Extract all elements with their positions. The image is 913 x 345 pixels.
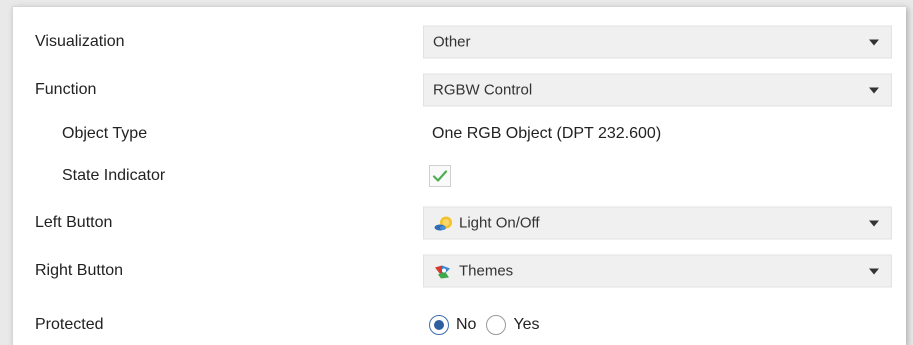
state-indicator-label: State Indicator xyxy=(62,167,166,184)
chevron-down-icon xyxy=(869,39,879,45)
visualization-dropdown[interactable]: Other xyxy=(423,25,892,59)
object-type-label: Object Type xyxy=(62,125,148,142)
protected-option-yes-label: Yes xyxy=(513,316,540,333)
check-icon xyxy=(432,170,448,182)
row-protected: Protected No Yes xyxy=(13,304,906,345)
row-visualization: Visualization Other xyxy=(13,21,906,63)
left-button-value: Light On/Off xyxy=(459,214,540,232)
protected-option-no-label: No xyxy=(456,316,477,333)
state-indicator-checkbox[interactable] xyxy=(429,165,451,187)
protected-option-no[interactable]: No xyxy=(429,315,476,335)
right-button-dropdown[interactable]: Themes xyxy=(423,254,892,288)
function-label: Function xyxy=(35,81,97,98)
light-bulb-icon xyxy=(434,216,452,230)
chevron-down-icon xyxy=(869,220,879,226)
protected-radio-group: No Yes xyxy=(429,315,550,335)
row-state-indicator: State Indicator xyxy=(13,155,906,197)
row-function: Function RGBW Control xyxy=(13,69,906,111)
right-button-label: Right Button xyxy=(35,262,124,279)
left-button-dropdown[interactable]: Light On/Off xyxy=(423,206,892,240)
object-type-value: One RGB Object (DPT 232.600) xyxy=(432,125,662,142)
left-button-label: Left Button xyxy=(35,214,113,231)
function-value: RGBW Control xyxy=(433,81,533,99)
themes-icon xyxy=(435,265,450,278)
radio-selected-icon[interactable] xyxy=(429,315,449,335)
function-dropdown[interactable]: RGBW Control xyxy=(423,73,892,107)
row-object-type: Object Type One RGB Object (DPT 232.600) xyxy=(13,113,906,155)
row-left-button: Left Button Light On/Off xyxy=(13,202,906,244)
row-right-button: Right Button Themes xyxy=(13,250,906,292)
chevron-down-icon xyxy=(869,87,879,93)
radio-unselected-icon[interactable] xyxy=(486,315,507,335)
protected-label: Protected xyxy=(35,316,104,333)
protected-option-yes[interactable]: Yes xyxy=(486,315,540,335)
chevron-down-icon xyxy=(869,268,879,274)
visualization-label: Visualization xyxy=(35,33,125,50)
parameters-panel: Visualization Other Function RGBW Contro… xyxy=(12,6,906,345)
visualization-value: Other xyxy=(433,33,471,51)
right-button-value: Themes xyxy=(459,262,514,280)
